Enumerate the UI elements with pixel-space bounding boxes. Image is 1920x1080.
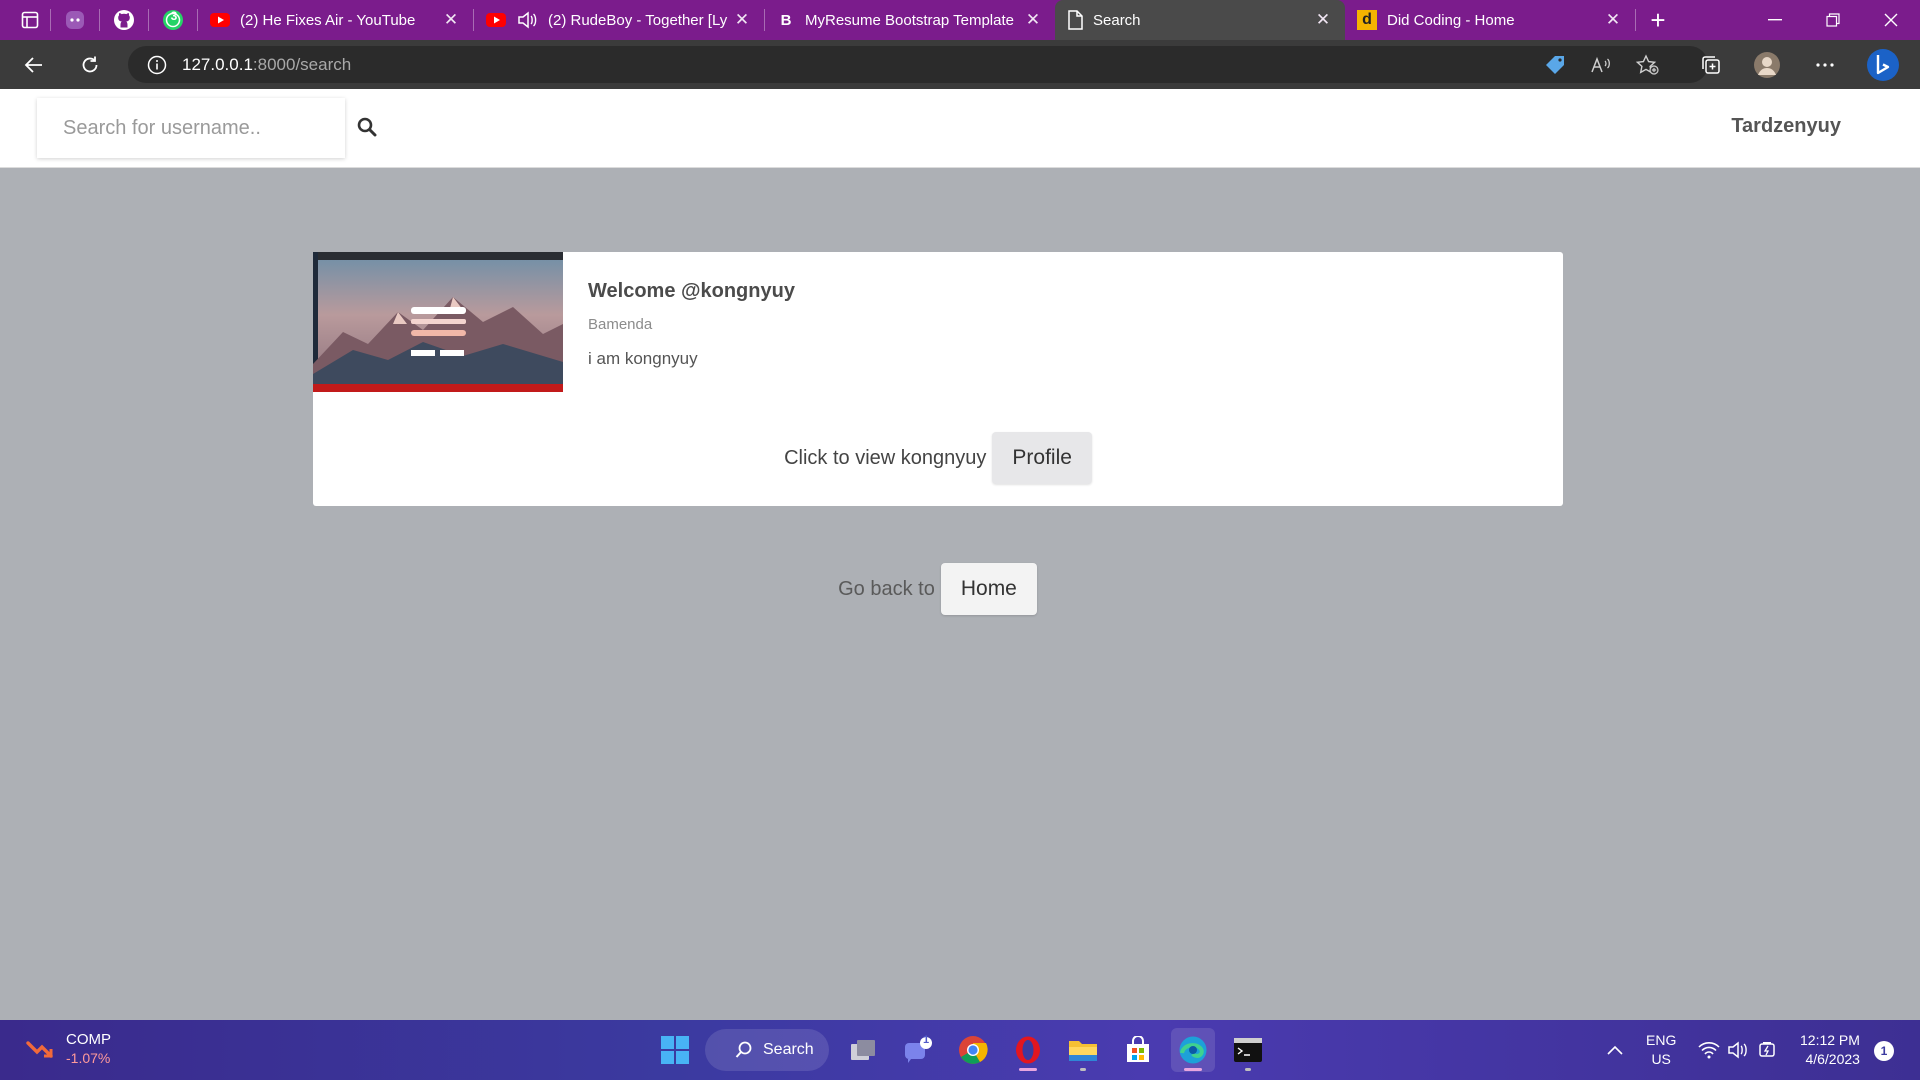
go-back-text: Go back to <box>838 577 935 600</box>
teams-chat-icon[interactable]: 1 <box>896 1028 940 1072</box>
did-coding-icon: d <box>1357 10 1377 30</box>
home-button[interactable]: Home <box>940 563 1037 615</box>
profile-button[interactable]: Profile <box>992 432 1092 484</box>
tab-title: (2) He Fixes Air - YouTube <box>240 11 416 29</box>
tab-close-icon[interactable]: ✕ <box>441 10 461 30</box>
stock-trend-icon <box>26 1041 53 1058</box>
collections-icon[interactable] <box>1688 40 1734 89</box>
running-indicator <box>1019 1068 1037 1071</box>
pinned-tab-whatsapp[interactable]: 3 <box>149 0 197 40</box>
tab-close-icon[interactable]: ✕ <box>1603 10 1623 30</box>
site-header: Tardzenyuy <box>0 89 1920 168</box>
terminal-icon[interactable] <box>1226 1028 1270 1072</box>
close-window-button[interactable] <box>1862 0 1920 40</box>
profile-image <box>313 252 563 392</box>
bootstrap-icon: B <box>780 11 792 29</box>
volume-icon[interactable] <box>1725 1020 1751 1080</box>
youtube-icon <box>210 13 230 27</box>
clock-time: 12:12 PM <box>1800 1032 1860 1048</box>
browser-toolbar: 127.0.0.1:8000/search <box>0 40 1920 89</box>
tab-close-icon[interactable]: ✕ <box>1023 10 1043 30</box>
tab-youtube-2[interactable]: (2) RudeBoy - Together [Ly ✕ <box>474 0 764 40</box>
url-host: 127.0.0.1 <box>182 54 253 74</box>
pinned-tab-app[interactable] <box>51 0 99 40</box>
opera-icon[interactable] <box>1006 1028 1050 1072</box>
page-icon <box>1068 10 1083 30</box>
profile-avatar[interactable] <box>1744 40 1790 89</box>
task-view-icon[interactable] <box>841 1028 885 1072</box>
language-indicator[interactable]: ENG US <box>1646 1031 1676 1069</box>
user-result-card: Welcome @kongnyuy Bamenda i am kongnyuy … <box>313 252 1563 506</box>
view-profile-row: Click to view kongnyuy Profile <box>313 432 1563 484</box>
more-options-icon[interactable] <box>1802 40 1848 89</box>
start-button[interactable] <box>653 1028 697 1072</box>
edge-icon[interactable] <box>1171 1028 1215 1072</box>
bing-chat-icon[interactable] <box>1860 40 1906 89</box>
stock-change: -1.07% <box>66 1050 111 1066</box>
notification-badge[interactable]: 1 <box>1874 1041 1894 1061</box>
search-icon[interactable] <box>353 111 381 143</box>
tab-close-icon[interactable]: ✕ <box>732 10 752 30</box>
chrome-icon[interactable] <box>951 1028 995 1072</box>
tab-close-icon[interactable]: ✕ <box>1313 10 1333 30</box>
system-clock[interactable]: 12:12 PM 4/6/2023 <box>1800 1031 1860 1069</box>
back-button[interactable] <box>12 40 56 89</box>
result-bio: i am kongnyuy <box>588 349 698 368</box>
result-location: Bamenda <box>588 316 653 333</box>
whatsapp-badge: 3 <box>170 9 178 23</box>
minimize-button[interactable] <box>1746 0 1804 40</box>
result-title: Welcome @kongnyuy <box>588 280 795 302</box>
chat-badge: 1 <box>922 1034 930 1046</box>
file-explorer-icon[interactable] <box>1061 1028 1105 1072</box>
coupon-icon[interactable] <box>1532 40 1578 89</box>
restore-button[interactable] <box>1804 0 1862 40</box>
stock-name: COMP <box>66 1031 111 1048</box>
url-path: :8000/search <box>252 54 352 74</box>
url-text[interactable]: 127.0.0.1:8000/search <box>182 55 351 75</box>
battery-icon[interactable] <box>1754 1020 1780 1080</box>
tab-title: Did Coding - Home <box>1387 11 1515 29</box>
tab-title: Search <box>1093 11 1141 29</box>
running-indicator <box>1245 1068 1251 1071</box>
wifi-icon[interactable] <box>1696 1020 1722 1080</box>
clock-date: 4/6/2023 <box>1805 1051 1860 1067</box>
favorite-star-icon[interactable] <box>1624 40 1670 89</box>
tab-youtube-1[interactable]: (2) He Fixes Air - YouTube ✕ <box>198 0 473 40</box>
youtube-icon <box>486 13 506 27</box>
microsoft-store-icon[interactable] <box>1116 1028 1160 1072</box>
taskbar-search-label: Search <box>763 1041 814 1058</box>
language-code: ENG <box>1646 1032 1677 1048</box>
tab-title: MyResume Bootstrap Template <box>805 11 1014 29</box>
current-user-name[interactable]: Tardzenyuy <box>1731 115 1841 138</box>
taskbar-search[interactable]: Search <box>705 1029 829 1071</box>
github-icon <box>114 10 134 30</box>
search-input[interactable] <box>37 98 345 158</box>
read-aloud-icon[interactable] <box>1578 40 1624 89</box>
search-icon <box>735 1041 752 1058</box>
address-bar[interactable]: 127.0.0.1:8000/search <box>128 46 1708 83</box>
browser-tab-strip: 3 (2) He Fixes Air - YouTube ✕ (2) RudeB… <box>0 0 1920 40</box>
running-indicator <box>1184 1068 1202 1071</box>
speaker-icon[interactable] <box>516 10 538 30</box>
tray-overflow-icon[interactable] <box>1600 1020 1630 1080</box>
refresh-button[interactable] <box>68 40 112 89</box>
region-code: US <box>1651 1051 1671 1067</box>
app-icon <box>66 11 84 29</box>
running-indicator <box>1080 1068 1086 1071</box>
site-info-icon[interactable] <box>146 54 168 76</box>
search-box <box>37 98 345 158</box>
tab-did-coding[interactable]: d Did Coding - Home ✕ <box>1345 0 1635 40</box>
view-profile-text: Click to view kongnyuy <box>784 446 987 469</box>
tab-search[interactable]: Search ✕ <box>1055 0 1345 40</box>
stock-widget[interactable]: COMP -1.07% <box>26 1030 111 1068</box>
pinned-tab-github[interactable] <box>100 0 148 40</box>
tab-title: (2) RudeBoy - Together [Ly <box>548 11 728 29</box>
tab-bootstrap[interactable]: B MyResume Bootstrap Template ✕ <box>765 0 1055 40</box>
go-back-row: Go back to Home <box>0 563 1875 615</box>
new-tab-button[interactable]: + <box>1636 0 1680 40</box>
tab-actions-icon[interactable] <box>10 0 50 40</box>
windows-taskbar: COMP -1.07% Search 1 ENG US 12:12 PM 4/6… <box>0 1020 1920 1080</box>
